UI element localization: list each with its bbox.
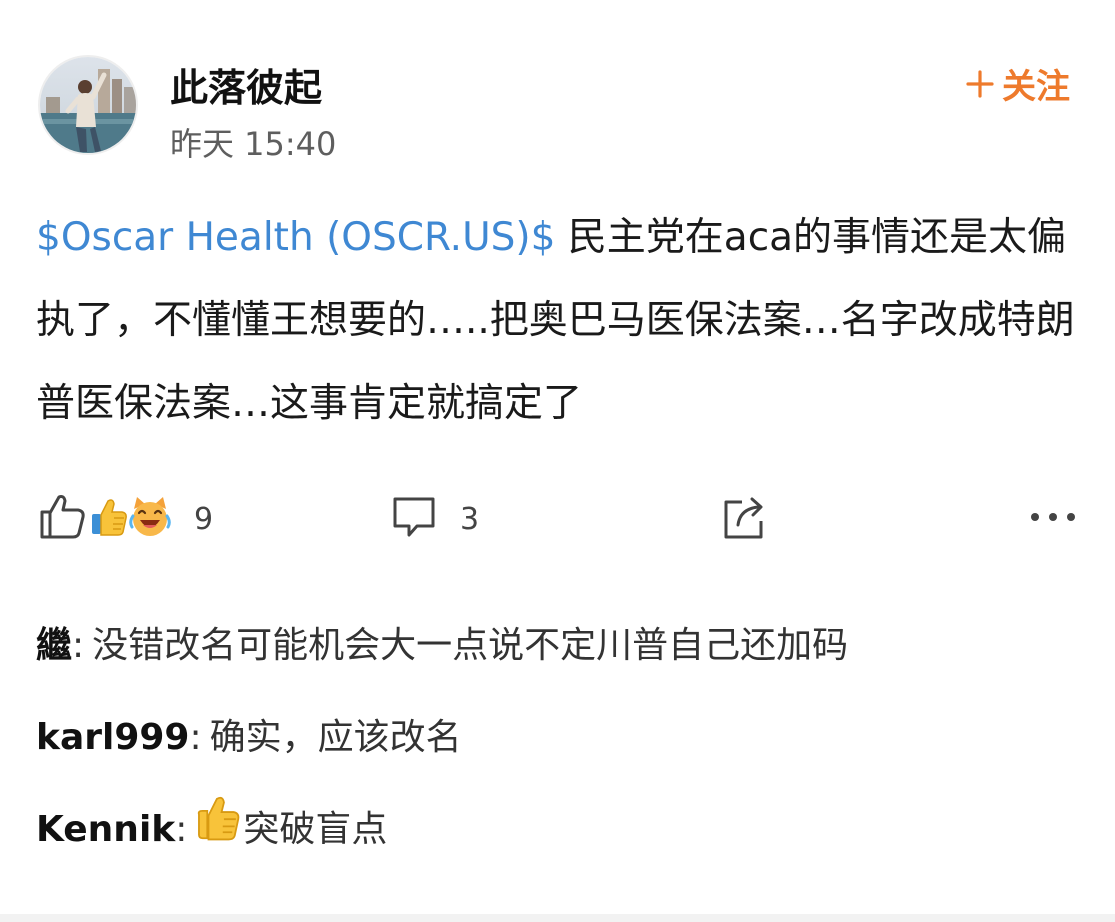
post-header: 此落彼起 昨天 15:40 关注 <box>38 55 1070 163</box>
stock-cashtag-link[interactable]: $Oscar Health (OSCR.US)$ <box>36 215 555 260</box>
like-count: 9 <box>194 501 214 537</box>
comment-text: 没错改名可能机会大一点说不定川普自己还加码 <box>92 625 849 666</box>
plus-icon <box>966 69 994 98</box>
bottom-divider <box>0 914 1115 922</box>
more-button[interactable] <box>1029 488 1077 550</box>
share-button[interactable] <box>720 488 768 550</box>
commenter-name[interactable]: Kennik <box>36 794 175 866</box>
comment-text: 突破盲点 <box>243 809 388 850</box>
comment-item[interactable]: Kennik: 突破盲点 <box>36 784 1076 876</box>
comment-item[interactable]: karl999: 确实，应该改名 <box>36 692 1076 784</box>
avatar-image <box>40 57 136 153</box>
thumbs-up-outline-icon <box>38 492 88 546</box>
share-icon <box>720 493 768 545</box>
follow-label: 关注 <box>1002 67 1070 107</box>
author-name[interactable]: 此落彼起 <box>170 57 322 112</box>
more-dots-icon <box>1029 507 1077 531</box>
comment-count: 3 <box>460 501 480 537</box>
comment-item[interactable]: 繼: 没错改名可能机会大一点说不定川普自己还加码 <box>36 600 1076 692</box>
comment-button[interactable]: 3 <box>390 488 479 550</box>
comment-colon: : <box>189 717 202 758</box>
like-button[interactable]: 9 <box>38 488 213 550</box>
post-content: $Oscar Health (OSCR.US)$ 民主党在aca的事情还是太偏执… <box>36 196 1076 445</box>
comment-colon: : <box>175 809 188 850</box>
comment-text: 确实，应该改名 <box>209 717 462 758</box>
avatar[interactable] <box>38 55 138 155</box>
post-time: 昨天 15:40 <box>170 125 337 163</box>
thumbs-up-emoji-icon <box>195 793 241 868</box>
comment-list: 繼: 没错改名可能机会大一点说不定川普自己还加码 karl999: 确实，应该改名 … <box>36 600 1076 876</box>
follow-button[interactable]: 关注 <box>966 59 1070 108</box>
laughing-cat-emoji-icon <box>128 495 172 543</box>
thumbs-up-emoji-icon <box>90 496 128 542</box>
commenter-name[interactable]: 繼 <box>36 610 72 682</box>
comment-colon: : <box>72 625 85 666</box>
commenter-name[interactable]: karl999 <box>36 702 189 774</box>
post-card: 此落彼起 昨天 15:40 关注 $Oscar Health (OSCR.US)… <box>0 0 1115 922</box>
comment-bubble-icon <box>390 493 438 545</box>
action-bar: 9 3 <box>38 488 1077 550</box>
